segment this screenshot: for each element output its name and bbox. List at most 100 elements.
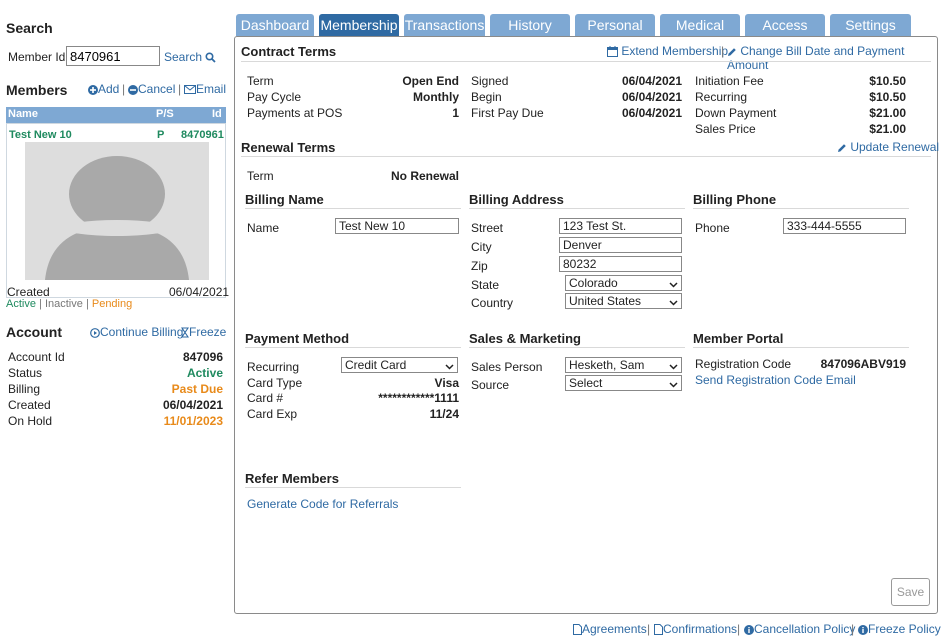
cancellation-policy-link[interactable]: Cancellation Policy (744, 622, 855, 636)
payment-recurring-select[interactable]: Credit Card (341, 357, 458, 373)
cancel-label: Cancel (138, 82, 176, 96)
divider (245, 208, 461, 209)
tab-history[interactable]: History (490, 14, 570, 36)
refer-members-title: Refer Members (245, 471, 339, 486)
account-id-label: Account Id (8, 350, 65, 364)
extend-membership-label: Extend Membership (621, 44, 729, 58)
tab-settings[interactable]: Settings (830, 14, 911, 36)
minus-circle-icon (128, 82, 138, 96)
confirmations-label: Confirmations (663, 622, 738, 636)
chevron-down-icon (445, 359, 454, 373)
city-field[interactable]: Denver (559, 237, 682, 253)
sales-price-value: $21.00 (869, 122, 906, 136)
account-created-value: 06/04/2021 (162, 398, 223, 412)
member-ps: P (157, 129, 165, 141)
term-value: Open End (402, 74, 459, 88)
members-table-header: Name P/S Id (6, 107, 226, 123)
phone-field[interactable]: 333-444-5555 (783, 218, 906, 234)
state-select[interactable]: Colorado (565, 275, 682, 291)
tab-membership[interactable]: Membership (319, 14, 399, 36)
source-select[interactable]: Select (565, 375, 682, 391)
search-button[interactable]: Search (164, 50, 217, 64)
tab-access[interactable]: Access (745, 14, 825, 36)
begin-value: 06/04/2021 (621, 90, 682, 104)
separator: | (122, 82, 126, 96)
document-icon (654, 622, 663, 636)
country-select[interactable]: United States (565, 293, 682, 309)
on-hold-label: On Hold (8, 414, 53, 428)
filter-pending[interactable]: Pending (92, 298, 132, 310)
billing-value: Past Due (171, 382, 223, 396)
member-id: 8470961 (181, 129, 224, 141)
tab-personal[interactable]: Personal (575, 14, 655, 36)
first-due-label: First Pay Due (471, 106, 544, 120)
tab-transactions[interactable]: Transactions (404, 14, 485, 36)
plus-circle-icon (88, 82, 98, 96)
sales-person-value: Hesketh, Sam (569, 358, 645, 372)
account-created-label: Created (8, 398, 51, 412)
search-button-label: Search (164, 50, 203, 64)
account-title: Account (6, 324, 62, 340)
phone-label: Phone (695, 221, 730, 235)
state-select-value: Colorado (569, 276, 618, 290)
zip-label: Zip (471, 259, 488, 273)
account-id-value: 847096 (182, 350, 223, 364)
renewal-terms-title: Renewal Terms (241, 140, 336, 155)
tab-medical[interactable]: Medical (660, 14, 740, 36)
separator: | (647, 622, 651, 636)
created-label: Created (7, 285, 50, 299)
street-label: Street (471, 221, 504, 235)
update-renewal-link[interactable]: Update Renewal (837, 140, 939, 154)
document-icon (573, 622, 582, 636)
member-card[interactable]: Test New 10 P 8470961 Created 06/04/2021 (6, 123, 229, 299)
registration-code-value: 847096ABV919 (820, 357, 906, 371)
chevron-down-icon (669, 277, 678, 291)
init-fee-label: Initiation Fee (695, 74, 764, 88)
info-icon (858, 622, 868, 636)
pay-cycle-value: Monthly (413, 90, 459, 104)
info-icon (744, 622, 754, 636)
billing-phone-title: Billing Phone (693, 192, 777, 207)
down-payment-label: Down Payment (695, 106, 777, 120)
card-type-label: Card Type (247, 376, 303, 390)
cancel-member-button[interactable]: Cancel (128, 82, 175, 96)
update-renewal-label: Update Renewal (850, 140, 940, 154)
card-exp-value: 11/24 (429, 407, 459, 421)
confirmations-link[interactable]: Confirmations (654, 622, 737, 636)
tab-dashboard[interactable]: Dashboard (236, 14, 314, 36)
email-member-button[interactable]: Email (184, 82, 226, 96)
add-member-button[interactable]: Add (88, 82, 119, 96)
members-title: Members (6, 82, 68, 98)
begin-label: Begin (471, 90, 502, 104)
freeze-label: Freeze (189, 325, 227, 339)
member-id-input[interactable] (66, 46, 160, 66)
renewal-term-label: Term (247, 169, 274, 183)
envelope-icon (184, 82, 196, 96)
sales-marketing-title: Sales & Marketing (469, 331, 581, 346)
source-label: Source (471, 378, 510, 392)
signed-label: Signed (471, 74, 509, 88)
filter-active[interactable]: Active (6, 298, 36, 310)
save-button[interactable]: Save (891, 578, 930, 606)
agreements-link[interactable]: Agreements (573, 622, 647, 636)
freeze-button[interactable]: Freeze (181, 325, 226, 339)
divider (245, 487, 461, 488)
extend-membership-link[interactable]: Extend Membership (607, 44, 728, 58)
play-circle-icon (90, 325, 100, 339)
pencil-icon (727, 44, 737, 58)
send-registration-email-link[interactable]: Send Registration Code Email (695, 373, 856, 387)
status-label: Status (8, 366, 43, 380)
street-field[interactable]: 123 Test St. (559, 218, 682, 234)
continue-billing-button[interactable]: Continue Billing (90, 325, 183, 339)
sales-person-select[interactable]: Hesketh, Sam (565, 357, 682, 373)
change-bill-date-link[interactable]: Change Bill Date and Payment Amount (727, 44, 947, 72)
billing-name-title: Billing Name (245, 192, 324, 207)
generate-referral-code-link[interactable]: Generate Code for Referrals (247, 497, 398, 511)
freeze-policy-link[interactable]: Freeze Policy (858, 622, 941, 636)
filter-inactive[interactable]: Inactive (45, 298, 83, 310)
down-payment-value: $21.00 (869, 106, 906, 120)
billing-name-field[interactable]: Test New 10 (335, 218, 459, 234)
email-label: Email (196, 82, 227, 96)
term-label: Term (247, 74, 274, 88)
zip-field[interactable]: 80232 (559, 256, 682, 272)
